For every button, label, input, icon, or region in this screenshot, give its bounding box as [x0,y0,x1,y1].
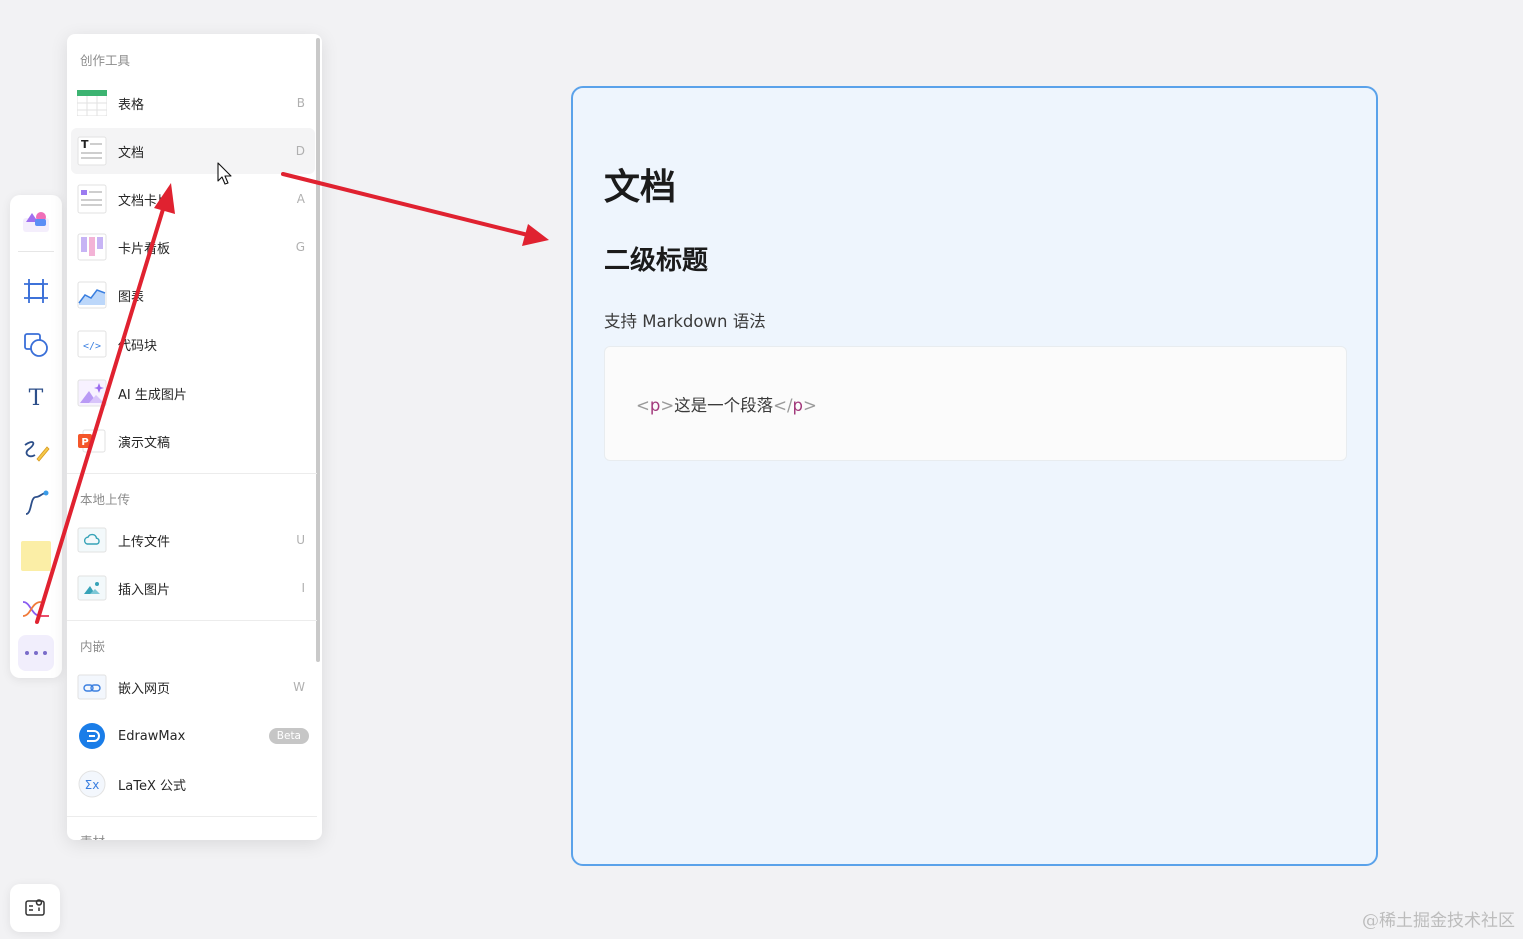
sticky-note-icon[interactable] [18,538,54,574]
menu-item-upload-file[interactable]: 上传文件 U [71,517,315,563]
more-icon[interactable] [18,635,54,671]
menu-item-label: AI 生成图片 [118,387,187,403]
shortcut-key: W [293,680,305,694]
menu-item-label: 表格 [118,97,145,113]
section-divider [67,816,317,817]
ai-image-icon [77,378,107,408]
insert-menu: 创作工具 表格 B T 文档 D 文档卡片 A 卡片看板 G 图表 </> 代码… [67,34,322,840]
doc-heading-2: 二级标题 [604,246,709,276]
menu-item-embed-web[interactable]: 嵌入网页 W [71,664,315,710]
doc-paragraph: 支持 Markdown 语法 [604,312,766,331]
apps-icon[interactable] [18,203,54,239]
menu-item-label: 文档 [118,145,145,161]
code-tag: p [792,396,804,415]
menu-item-label: 演示文稿 [118,435,171,451]
doc-card-icon [77,184,107,214]
menu-item-kanban[interactable]: 卡片看板 G [71,224,315,270]
doc-icon: T [77,136,107,166]
menu-item-table[interactable]: 表格 B [71,80,315,126]
section-label-upload: 本地上传 [80,492,131,507]
chart-icon [77,280,107,310]
connector-icon[interactable] [18,485,54,521]
beta-badge: Beta [268,728,309,744]
menu-item-label: 上传文件 [118,534,171,550]
image-icon [77,573,107,603]
menu-item-label: 图表 [118,289,145,305]
shortcut-key: U [296,533,305,547]
code-bracket: < [636,396,650,415]
menu-scrollbar[interactable] [316,38,320,662]
shape-icon[interactable] [18,327,54,363]
code-line: <p>这是一个段落</p> [636,392,817,416]
doc-title: 文档 [604,167,677,208]
code-bracket: </ [773,396,793,415]
menu-item-label: EdrawMax [118,728,186,744]
menu-item-label: 文档卡片 [118,193,171,209]
section-label-embed: 内嵌 [80,639,106,654]
section-label-create: 创作工具 [80,53,131,68]
upload-cloud-icon [77,525,107,555]
svg-text:P: P [81,437,88,448]
menu-item-doc-card[interactable]: 文档卡片 A [71,176,315,222]
pen-icon[interactable] [18,433,54,469]
left-toolbar: T [10,195,62,678]
toolbar-divider [18,251,54,252]
minimap-button[interactable] [10,884,60,932]
section-divider [67,620,317,621]
ppt-icon: P [77,426,107,456]
link-icon [77,672,107,702]
menu-item-doc[interactable]: T 文档 D [71,128,315,174]
code-tag: p [649,396,661,415]
svg-text:T: T [29,386,44,409]
shortcut-key: I [301,581,305,595]
document-card[interactable]: 文档 二级标题 支持 Markdown 语法 <p>这是一个段落</p> [571,86,1378,866]
text-icon[interactable]: T [18,379,54,415]
shortcut-key: G [295,240,305,254]
menu-item-label: LaTeX 公式 [118,778,186,794]
menu-item-label: 卡片看板 [118,241,171,257]
menu-item-edrawmax[interactable]: EdrawMax Beta [71,713,315,759]
watermark: @稀土掘金技术社区 [1362,911,1515,931]
code-icon: </> [77,329,107,359]
table-icon [77,88,107,118]
code-text: 这是一个段落 [674,396,774,415]
menu-item-latex[interactable]: Σx LaTeX 公式 [71,761,315,807]
code-block[interactable]: <p>这是一个段落</p> [604,346,1347,461]
shortcut-key: B [296,96,305,110]
kanban-icon [77,232,107,262]
edrawmax-icon [77,721,107,751]
section-label-material: 素材 [80,831,105,840]
menu-item-label: 插入图片 [118,582,171,598]
annotation-arrow-right [281,172,549,246]
menu-item-code[interactable]: </> 代码块 [71,321,315,367]
menu-item-insert-image[interactable]: 插入图片 I [71,565,315,611]
menu-item-ai-image[interactable]: AI 生成图片 [71,370,315,416]
menu-item-label: 代码块 [118,338,158,354]
shortcut-key: D [295,144,305,158]
code-bracket: > [803,396,817,415]
section-divider [67,473,317,474]
shortcut-key: A [296,192,305,206]
svg-text:</>: </> [83,341,101,352]
map-icon [25,899,45,916]
menu-item-chart[interactable]: 图表 [71,272,315,318]
menu-item-ppt[interactable]: P 演示文稿 [71,418,315,464]
mindmap-icon[interactable] [18,591,54,627]
svg-text:T: T [81,138,89,151]
menu-item-label: 嵌入网页 [118,681,171,697]
formula-icon: Σx [77,769,107,799]
code-bracket: > [660,396,675,415]
frame-icon[interactable] [18,273,54,309]
svg-text:Σx: Σx [85,778,100,792]
